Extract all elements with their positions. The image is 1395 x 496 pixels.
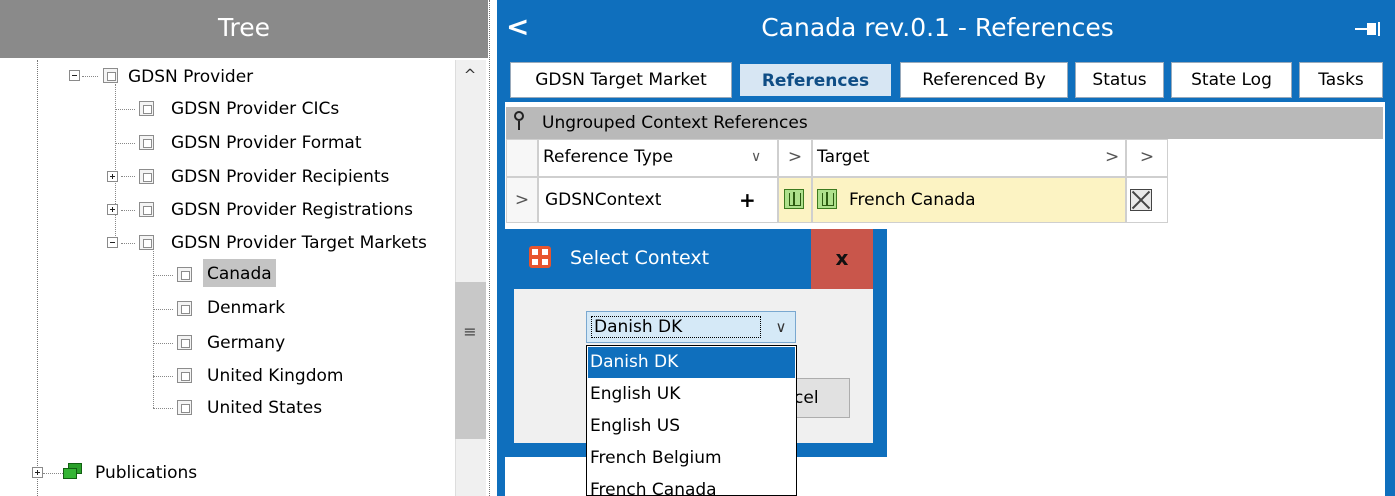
- tree-title: Tree: [217, 13, 271, 42]
- column-header-reference-type[interactable]: Reference Type ∨: [538, 139, 778, 177]
- delete-reference-icon[interactable]: [1130, 189, 1152, 211]
- scroll-up-arrow-icon[interactable]: ^: [459, 66, 481, 84]
- collapse-toggle[interactable]: [69, 70, 80, 81]
- publications-icon: [63, 463, 83, 480]
- add-reference-icon[interactable]: +: [739, 178, 756, 222]
- tab-referenced-by[interactable]: Referenced By: [900, 62, 1068, 98]
- context-select-value[interactable]: Danish DK: [591, 316, 761, 338]
- tree-node-germany[interactable]: Germany: [207, 332, 285, 354]
- frame-border: [1385, 102, 1395, 496]
- sort-chevron-icon[interactable]: ∨: [751, 140, 761, 174]
- node-cube-icon: [139, 202, 154, 217]
- expand-toggle[interactable]: [107, 204, 118, 215]
- close-button[interactable]: x: [811, 229, 873, 289]
- tree-node-provider-cics[interactable]: GDSN Provider CICs: [171, 98, 339, 120]
- node-cube-icon: [177, 301, 192, 316]
- tree-connector: [121, 210, 135, 211]
- expand-column-header[interactable]: >: [778, 139, 812, 177]
- dialog-title: Select Context: [570, 247, 710, 269]
- tree-node-gdsn-provider[interactable]: GDSN Provider: [128, 66, 253, 88]
- tab-references[interactable]: References: [738, 62, 893, 98]
- tree-connector: [153, 408, 173, 409]
- row-header-cell: [506, 139, 538, 177]
- scroll-grip-icon: ≡: [463, 322, 477, 341]
- tree-connector: [153, 246, 154, 408]
- browse-target-icon[interactable]: [784, 189, 804, 209]
- tree-connector: [121, 243, 135, 244]
- tree-node-denmark[interactable]: Denmark: [207, 297, 285, 319]
- target-cell[interactable]: French Canada: [812, 177, 1126, 223]
- option-danish-dk[interactable]: Danish DK: [588, 347, 795, 378]
- tree-node-provider-registrations[interactable]: GDSN Provider Registrations: [171, 199, 413, 221]
- node-cube-icon: [139, 135, 154, 150]
- reference-type-cell[interactable]: GDSNContext +: [538, 177, 778, 223]
- option-english-uk[interactable]: English UK: [588, 379, 795, 410]
- row-expand-toggle[interactable]: >: [506, 177, 538, 223]
- tree-connector: [153, 343, 173, 344]
- option-french-belgium[interactable]: French Belgium: [588, 443, 795, 474]
- tab-state-log[interactable]: State Log: [1171, 62, 1292, 98]
- pin-icon[interactable]: [1355, 22, 1381, 36]
- node-cube-icon: [177, 368, 192, 383]
- tree-node-provider-target-markets[interactable]: GDSN Provider Target Markets: [171, 232, 427, 254]
- node-cube-icon: [139, 101, 154, 116]
- dialog-frame: [502, 229, 514, 457]
- tree-connector: [153, 275, 173, 276]
- tree-node-united-states[interactable]: United States: [207, 397, 322, 419]
- column-header-label: Target: [817, 147, 870, 167]
- context-icon: [817, 189, 837, 209]
- tree-connector: [43, 473, 63, 474]
- tab-tasks[interactable]: Tasks: [1299, 62, 1383, 98]
- chevron-down-icon[interactable]: ∨: [771, 318, 791, 336]
- tree-connector: [121, 176, 135, 177]
- tree-node-canada[interactable]: Canada: [207, 263, 272, 285]
- panel-divider[interactable]: [489, 0, 490, 496]
- reference-type-value: GDSNContext: [545, 190, 662, 210]
- option-english-us[interactable]: English US: [588, 411, 795, 442]
- tree-guide-line: [37, 60, 38, 496]
- tree-node-provider-format[interactable]: GDSN Provider Format: [171, 132, 361, 154]
- column-header-label: Reference Type: [543, 147, 674, 167]
- option-french-canada[interactable]: French Canada: [588, 475, 795, 495]
- editor-title: Canada rev.0.1 - References: [761, 13, 1114, 42]
- node-cube-icon: [177, 335, 192, 350]
- dialog-frame: [873, 229, 887, 457]
- tab-gdsn-target-market[interactable]: GDSN Target Market: [510, 62, 732, 98]
- collapse-toggle[interactable]: [107, 237, 118, 248]
- location-pin-icon: [512, 111, 526, 131]
- expand-toggle[interactable]: [32, 467, 43, 478]
- tree-connector: [115, 84, 116, 244]
- node-cube-icon: [177, 400, 192, 415]
- app-logo-icon: [529, 246, 551, 268]
- context-dropdown-list[interactable]: Danish DK English UK English US French B…: [586, 345, 797, 496]
- expand-chevron-icon[interactable]: >: [1105, 140, 1119, 174]
- tree-node-united-kingdom[interactable]: United Kingdom: [207, 365, 343, 387]
- scrollbar-thumb[interactable]: [455, 282, 486, 439]
- tree-connector: [153, 376, 173, 377]
- node-cube-icon: [177, 267, 192, 282]
- target-value: French Canada: [849, 190, 976, 210]
- tree-connector: [115, 109, 135, 110]
- column-header-target[interactable]: Target >: [812, 139, 1126, 177]
- node-cube-icon: [139, 169, 154, 184]
- tree-node-provider-recipients[interactable]: GDSN Provider Recipients: [171, 166, 389, 188]
- node-cube-icon: [103, 68, 118, 83]
- target-picker-cell[interactable]: [778, 177, 812, 223]
- tree-connector: [153, 309, 173, 310]
- tree-node-publications[interactable]: Publications: [95, 462, 197, 484]
- expand-toggle[interactable]: [107, 171, 118, 182]
- tab-status[interactable]: Status: [1075, 62, 1164, 98]
- tree-connector: [115, 143, 135, 144]
- tree-header: Tree: [0, 0, 488, 58]
- node-cube-icon: [139, 235, 154, 250]
- reference-group-label: Ungrouped Context References: [542, 113, 808, 133]
- tree-connector: [82, 76, 98, 77]
- expand-column-header[interactable]: >: [1126, 139, 1168, 177]
